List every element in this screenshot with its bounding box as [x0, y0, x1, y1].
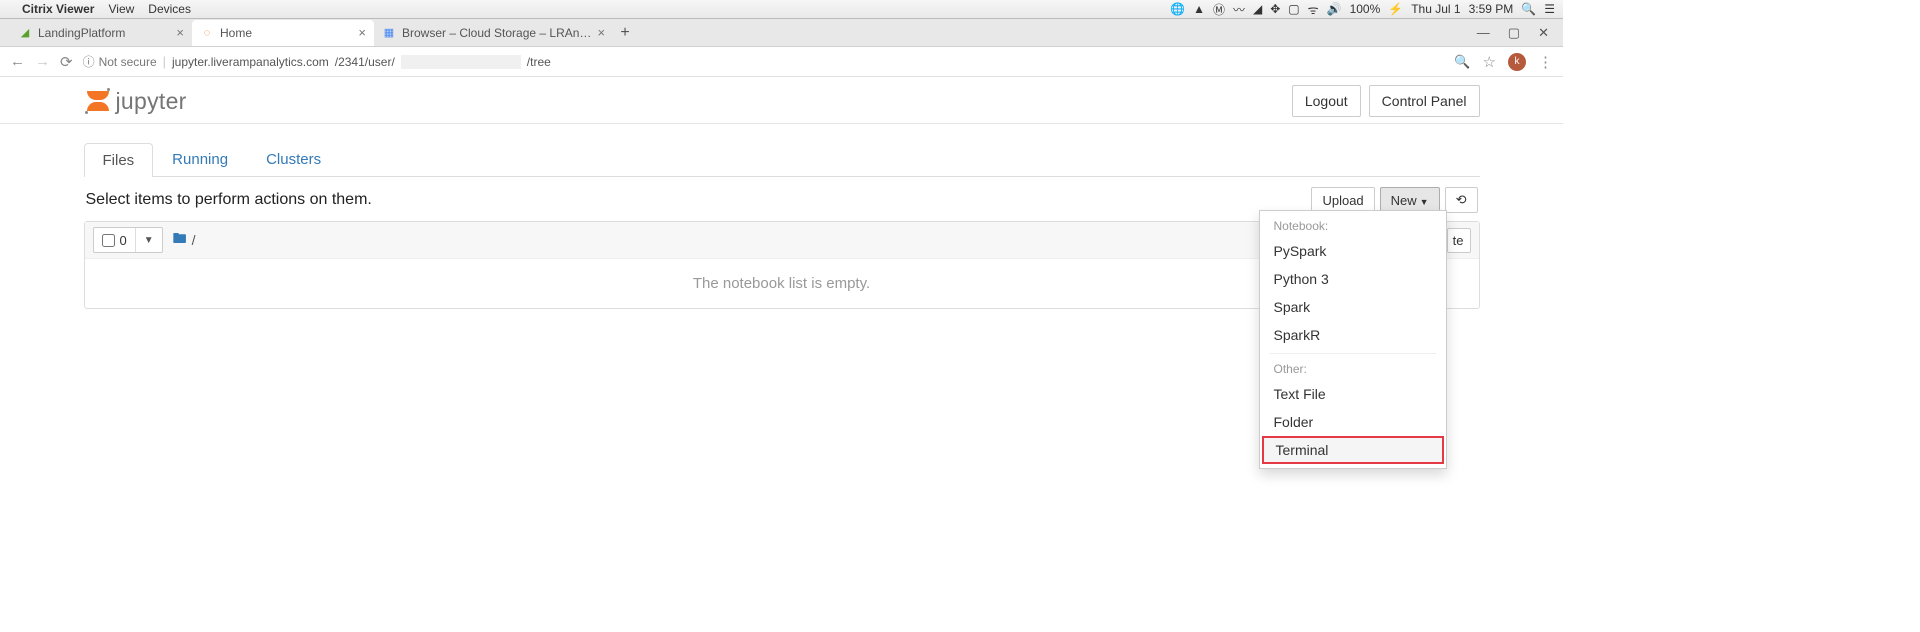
profile-avatar[interactable]: k	[1508, 53, 1526, 71]
new-python3[interactable]: Python 3	[1260, 265, 1446, 293]
globe-icon[interactable]: 🌐	[1170, 2, 1185, 16]
folder-icon: 🖿	[173, 228, 187, 252]
new-pyspark[interactable]: PySpark	[1260, 237, 1446, 265]
close-icon[interactable]: ×	[597, 25, 605, 40]
triangle-icon[interactable]: ◢	[1253, 2, 1262, 16]
refresh-icon: ⟲	[1456, 192, 1467, 208]
breadcrumb[interactable]: 🖿 /	[173, 228, 196, 252]
reload-button[interactable]: ⟳	[60, 53, 73, 71]
dropdown-section-notebook: Notebook:	[1260, 215, 1446, 237]
tab-title: LandingPlatform	[38, 26, 170, 40]
refresh-button[interactable]: ⟲	[1445, 187, 1478, 213]
menu-view[interactable]: View	[108, 2, 134, 16]
favicon-icon: ◢	[18, 26, 32, 40]
maximize-icon[interactable]: ▢	[1508, 25, 1520, 41]
tab-files[interactable]: Files	[84, 143, 154, 177]
new-folder[interactable]: Folder	[1260, 408, 1446, 436]
a-icon[interactable]: ▲	[1193, 2, 1205, 16]
breadcrumb-root: /	[192, 232, 196, 248]
star-icon[interactable]: ☆	[1483, 53, 1496, 71]
select-caret-icon[interactable]: ▼	[136, 235, 162, 246]
battery-percent[interactable]: 100%	[1350, 2, 1381, 16]
spotlight-icon[interactable]: 🔍	[1521, 2, 1536, 16]
kebab-menu-icon[interactable]: ⋮	[1538, 53, 1553, 71]
select-all-checkbox[interactable]	[102, 234, 115, 247]
dropdown-divider	[1270, 353, 1436, 354]
url-redacted	[401, 55, 521, 69]
url-path-suffix: /tree	[527, 55, 551, 69]
new-tab-button[interactable]: +	[613, 21, 637, 45]
caret-down-icon: ▼	[1420, 197, 1429, 207]
airplay-icon[interactable]: ▢	[1288, 2, 1299, 16]
date-label[interactable]: Thu Jul 1	[1411, 2, 1460, 16]
sort-date-button-partial[interactable]: te	[1447, 228, 1471, 253]
app-name[interactable]: Citrix Viewer	[22, 2, 94, 16]
jupyter-logo-icon	[84, 87, 112, 115]
jupyter-tabs: Files Running Clusters	[84, 142, 1480, 177]
browser-toolbar: ← → ⟳ ⓘNot secure | jupyter.liverampanal…	[0, 47, 1563, 77]
menu-devices[interactable]: Devices	[148, 2, 191, 16]
url-host: jupyter.liverampanalytics.com	[172, 55, 329, 69]
minimize-icon[interactable]: —	[1477, 25, 1490, 41]
security-info[interactable]: ⓘNot secure	[83, 53, 157, 70]
tab-clusters[interactable]: Clusters	[247, 142, 340, 176]
move-icon[interactable]: ✥	[1270, 2, 1280, 16]
wifi-icon[interactable]: ᯤ	[1308, 1, 1319, 18]
browser-tab-strip: ◢ LandingPlatform × ◌ Home × ▦ Browser –…	[0, 19, 1563, 47]
zoom-icon[interactable]: 🔍	[1454, 54, 1470, 70]
new-spark[interactable]: Spark	[1260, 293, 1446, 321]
window-close-icon[interactable]: ✕	[1538, 25, 1549, 41]
wave-icon[interactable]: 〰	[1233, 1, 1245, 18]
close-icon[interactable]: ×	[176, 25, 184, 40]
file-list: 0 ▼ 🖿 / Name ↓ te The notebook list is e…	[84, 221, 1480, 309]
close-icon[interactable]: ×	[358, 25, 366, 40]
new-terminal[interactable]: Terminal	[1262, 436, 1444, 464]
url-path-prefix: /2341/user/	[335, 55, 395, 69]
tab-cloudstorage[interactable]: ▦ Browser – Cloud Storage – LRAn… ×	[374, 20, 613, 46]
volume-icon[interactable]: 🔊	[1327, 2, 1342, 16]
gcp-favicon-icon: ▦	[382, 26, 396, 40]
address-bar[interactable]: ⓘNot secure | jupyter.liverampanalytics.…	[83, 53, 1445, 70]
header-divider	[0, 123, 1563, 124]
battery-icon[interactable]: ⚡	[1388, 2, 1403, 16]
macos-menubar: Citrix Viewer View Devices 🌐 ▲ Ⓜ 〰 ◢ ✥ ▢…	[0, 0, 1563, 19]
tab-running[interactable]: Running	[153, 142, 247, 176]
tab-title: Home	[220, 26, 352, 40]
dropdown-section-other: Other:	[1260, 358, 1446, 380]
tab-title: Browser – Cloud Storage – LRAn…	[402, 26, 591, 40]
tab-landingplatform[interactable]: ◢ LandingPlatform ×	[10, 20, 192, 46]
select-all-group[interactable]: 0 ▼	[93, 227, 163, 253]
m-icon[interactable]: Ⓜ	[1213, 1, 1225, 18]
jupyter-logo[interactable]: jupyter	[84, 87, 187, 115]
selected-count: 0	[120, 233, 127, 248]
logout-button[interactable]: Logout	[1292, 85, 1361, 117]
time-label[interactable]: 3:59 PM	[1469, 2, 1514, 16]
new-dropdown: Notebook: PySpark Python 3 Spark SparkR …	[1259, 210, 1447, 469]
jupyter-header: jupyter Logout Control Panel	[84, 77, 1480, 123]
action-prompt: Select items to perform actions on them.	[86, 191, 372, 209]
tab-home[interactable]: ◌ Home ×	[192, 20, 374, 46]
control-panel-button[interactable]: Control Panel	[1369, 85, 1480, 117]
new-sparkr[interactable]: SparkR	[1260, 321, 1446, 349]
jupyter-logo-text: jupyter	[116, 88, 187, 115]
forward-button[interactable]: →	[35, 53, 50, 70]
menu-icon[interactable]: ☰	[1544, 2, 1555, 16]
back-button[interactable]: ←	[10, 53, 25, 70]
new-text-file[interactable]: Text File	[1260, 380, 1446, 408]
jupyter-favicon-icon: ◌	[200, 26, 214, 40]
